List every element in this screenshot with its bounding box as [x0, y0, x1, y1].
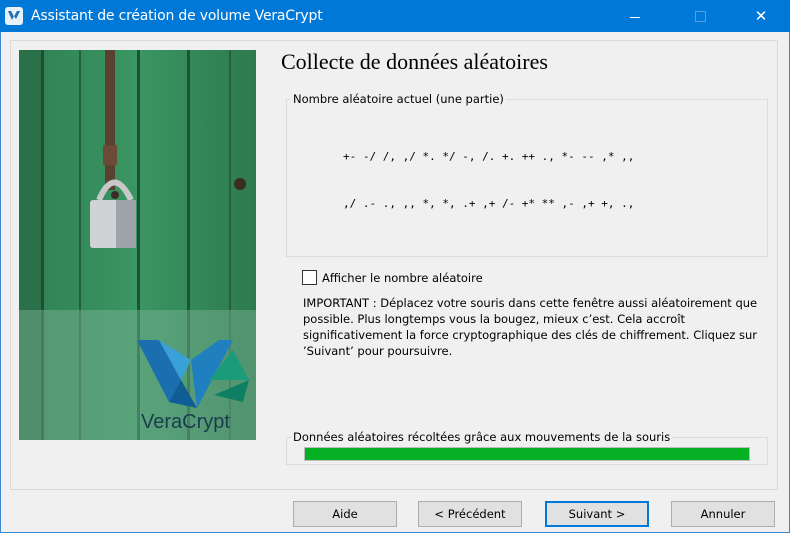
close-button[interactable]: ✕	[738, 0, 784, 32]
mouse-collection-label: Données aléatoires récoltées grâce aux m…	[291, 430, 673, 444]
random-pool-line: ,/ .- ., ,, *, *, .+ ,+ /- +* ** ,- ,+ +…	[343, 196, 635, 210]
cancel-button[interactable]: Annuler	[671, 501, 775, 527]
random-pool-line: +- -/ /, ,/ *. */ -, /. +. ++ ., *- -- ,…	[343, 150, 635, 164]
show-random-option[interactable]: Afficher le nombre aléatoire	[302, 270, 483, 285]
minimize-icon	[630, 16, 640, 18]
important-instructions: IMPORTANT : Déplacez votre souris dans c…	[303, 296, 758, 358]
minimize-button[interactable]	[612, 0, 658, 32]
show-random-label[interactable]: Afficher le nombre aléatoire	[322, 271, 483, 285]
maximize-icon	[694, 10, 706, 22]
next-button[interactable]: Suivant >	[545, 501, 649, 527]
veracrypt-logo-icon	[5, 7, 23, 25]
veracrypt-logo-text: VeraCrypt	[141, 411, 230, 433]
close-icon: ✕	[754, 8, 768, 25]
random-pool-label: Nombre aléatoire actuel (une partie)	[291, 92, 506, 106]
show-random-checkbox[interactable]	[302, 270, 317, 285]
random-pool-line: +/ */ *, *. +* *, -/ ++ *. -* .. ./ ,+ ,…	[343, 243, 763, 245]
window-title: Assistant de création de volume VeraCryp…	[31, 8, 323, 24]
random-pool-content: +- -/ /, ,/ *. */ -, /. +. ++ ., *- -- ,…	[343, 118, 763, 244]
page-title: Collecte de données aléatoires	[281, 49, 548, 74]
previous-button[interactable]: < Précédent	[418, 501, 522, 527]
maximize-button[interactable]	[677, 0, 723, 32]
entropy-progress-fill	[305, 448, 749, 460]
help-button[interactable]: Aide	[293, 501, 397, 527]
title-bar: Assistant de création de volume VeraCryp…	[0, 0, 790, 32]
entropy-progress-bar	[304, 447, 750, 461]
veracrypt-side-image: VeraCrypt	[19, 50, 256, 440]
